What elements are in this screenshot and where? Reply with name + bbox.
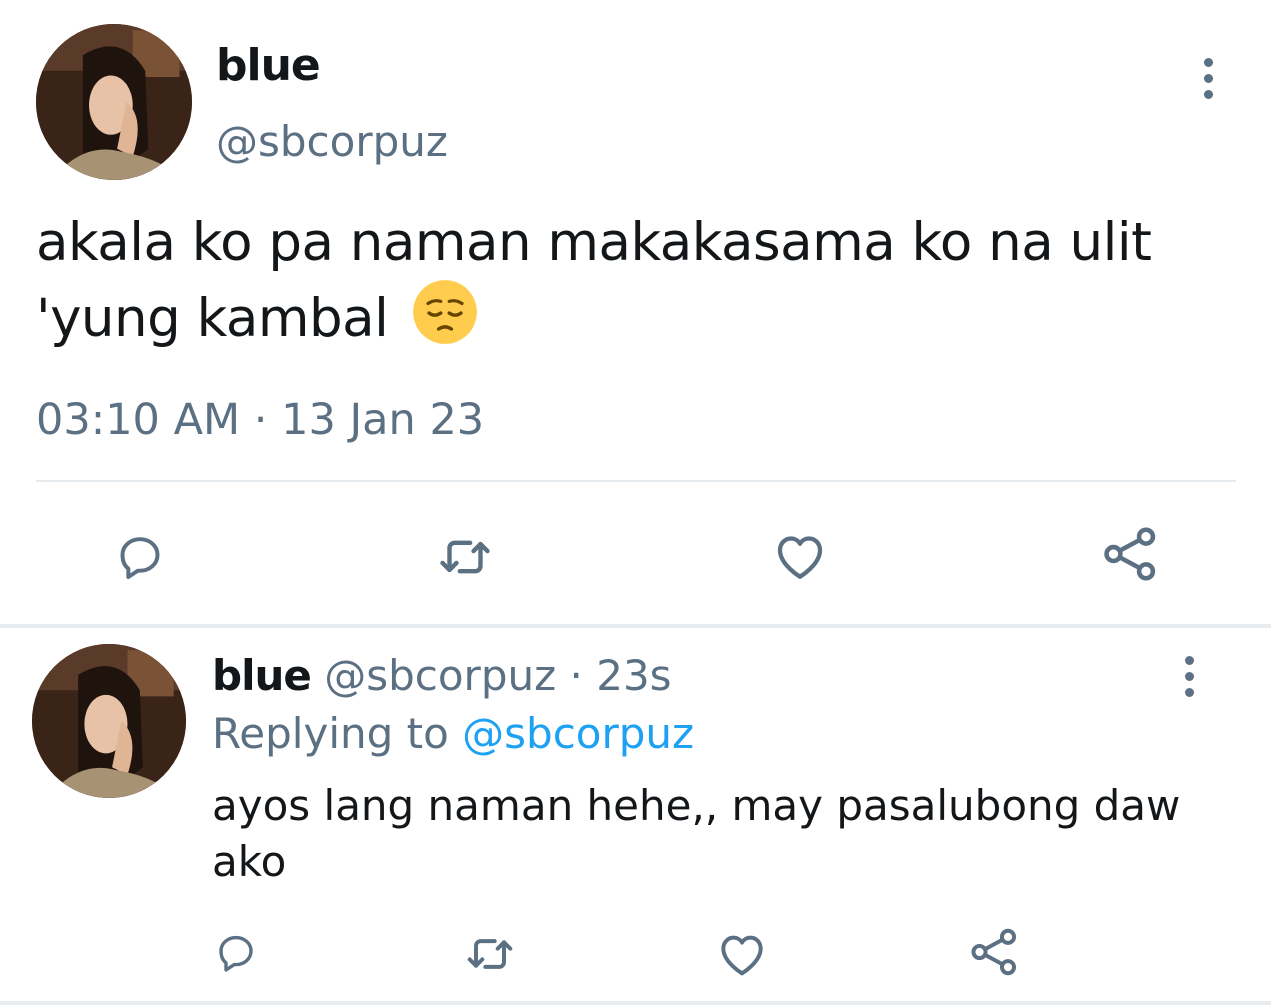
reply-handle[interactable]: @sbcorpuz	[324, 651, 556, 700]
divider	[36, 480, 1236, 482]
tweet-timestamp[interactable]: 03:10 AM · 13 Jan 23	[36, 390, 484, 450]
replying-to: Replying to @sbcorpuz	[212, 706, 694, 762]
main-tweet: blue @sbcorpuz akala ko pa naman makakas…	[0, 0, 1271, 628]
retweet-icon[interactable]	[434, 526, 496, 588]
avatar-photo	[32, 644, 186, 798]
reply-text: ayos lang naman hehe,, may pasalubong da…	[212, 781, 1181, 886]
reply-dot-separator: ·	[569, 651, 583, 700]
reply-avatar[interactable]	[32, 644, 186, 798]
reply-icon[interactable]	[112, 528, 168, 584]
more-options-icon[interactable]	[1193, 58, 1223, 99]
share-icon[interactable]	[1098, 522, 1162, 586]
retweet-icon[interactable]	[462, 926, 518, 982]
user-handle[interactable]: @sbcorpuz	[216, 112, 448, 172]
avatar[interactable]	[36, 24, 192, 180]
share-icon[interactable]	[966, 924, 1022, 980]
reply-header: blue @sbcorpuz · 23s	[212, 648, 672, 704]
replying-to-handle[interactable]: @sbcorpuz	[462, 709, 694, 758]
tweet-text: akala ko pa naman makakasama ko na ulit …	[36, 208, 1236, 354]
tweet-text-line-1: akala ko pa naman makakasama ko na ulit	[36, 212, 1152, 273]
like-icon[interactable]	[770, 526, 830, 586]
pensive-face-icon	[412, 280, 477, 344]
reply-display-name[interactable]: blue	[212, 651, 312, 700]
reply-more-options-icon[interactable]	[1174, 656, 1204, 697]
reply-icon[interactable]	[212, 928, 260, 976]
display-name[interactable]: blue	[216, 36, 321, 96]
tweet-text-line-2: 'yung kambal	[36, 288, 389, 349]
tweet-separator	[0, 624, 1271, 628]
like-icon[interactable]	[714, 926, 770, 982]
reply-time[interactable]: 23s	[596, 651, 671, 700]
replying-to-label: Replying to	[212, 709, 449, 758]
avatar-photo	[36, 24, 192, 180]
bottom-separator	[0, 1001, 1271, 1005]
